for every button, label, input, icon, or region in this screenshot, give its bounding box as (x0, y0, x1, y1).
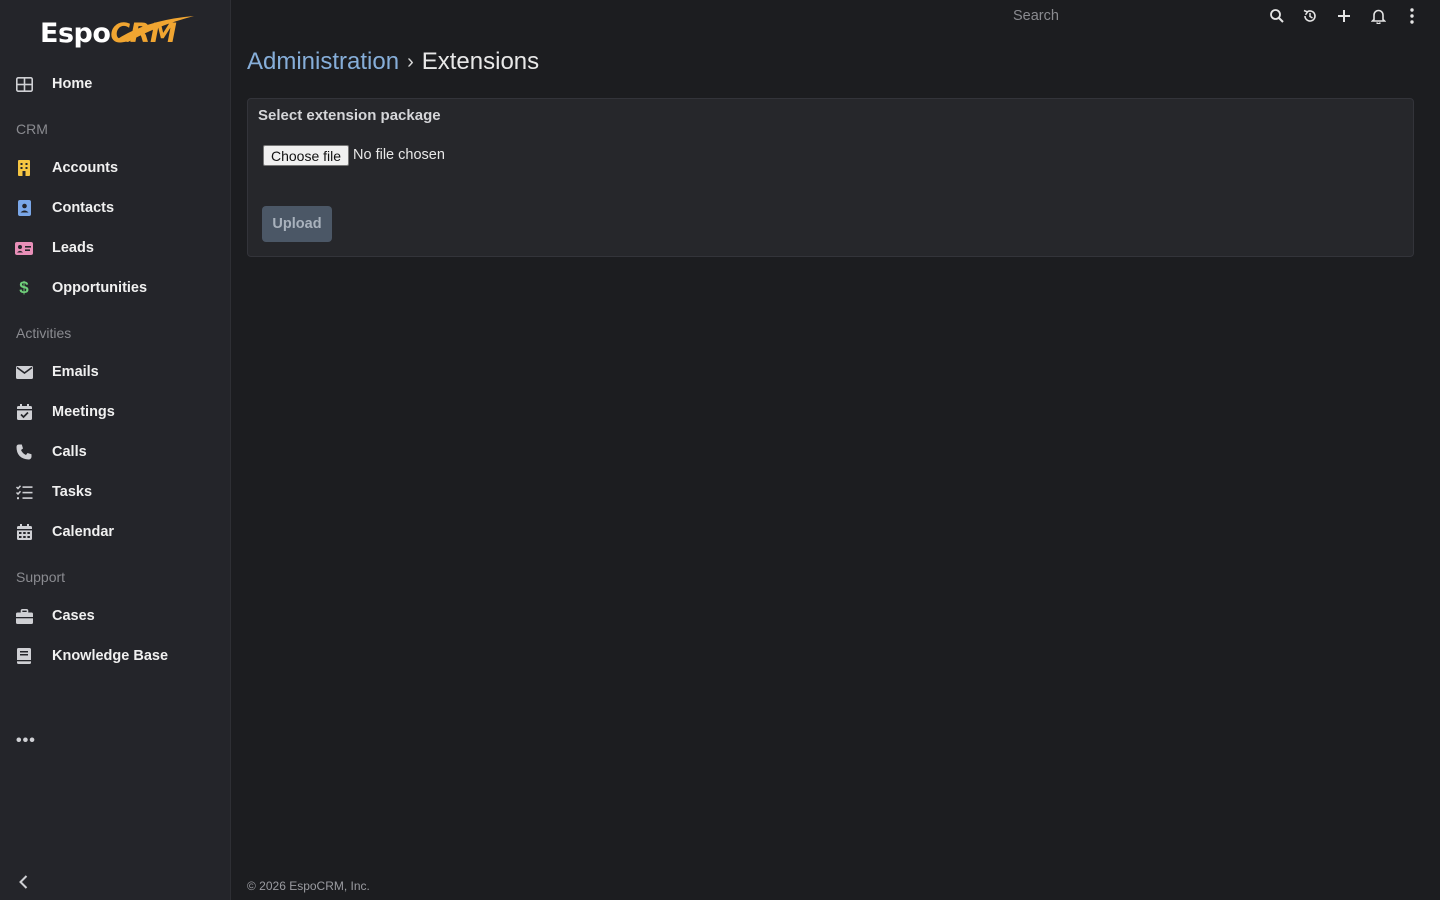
sidebar-item-label: Cases (52, 608, 95, 624)
building-icon (15, 159, 33, 177)
nav-group-support: Support (16, 569, 66, 585)
sidebar-item-label: Emails (52, 364, 99, 380)
bell-icon[interactable] (1368, 6, 1388, 26)
sidebar-item-label: Home (52, 76, 93, 92)
extension-upload-panel: Select extension package Choose file No … (247, 98, 1414, 257)
sidebar-item-accounts[interactable]: Accounts (0, 150, 231, 186)
breadcrumb-separator: › (407, 50, 414, 73)
calendar-grid-icon (15, 523, 33, 541)
nav-group-activities: Activities (16, 325, 72, 341)
sidebar-item-opportunities[interactable]: $ Opportunities (0, 270, 231, 306)
sidebar-item-label: Contacts (52, 200, 115, 216)
choose-file-button[interactable]: Choose file (263, 145, 350, 166)
sidebar-item-calls[interactable]: Calls (0, 434, 231, 470)
sidebar-item-meetings[interactable]: Meetings (0, 394, 231, 430)
sidebar-item-tasks[interactable]: Tasks (0, 474, 231, 510)
upload-button[interactable]: Upload (262, 206, 332, 242)
nav-group-crm: CRM (16, 121, 48, 137)
sidebar-item-label: Accounts (52, 160, 119, 176)
logo-swoosh-icon (116, 16, 194, 42)
list-check-icon (15, 483, 33, 501)
sidebar-item-label: Calendar (52, 524, 115, 540)
calendar-check-icon (15, 403, 33, 421)
search-input[interactable] (1003, 4, 1253, 28)
logo[interactable]: EspoCRM (40, 14, 200, 54)
sidebar: EspoCRM Home CRM Accounts Contacts Leads… (0, 0, 231, 900)
home-grid-icon (15, 75, 33, 93)
panel-title: Select extension package (258, 107, 441, 124)
sidebar-item-label: Leads (52, 240, 94, 256)
collapse-sidebar-icon[interactable] (14, 872, 34, 892)
sidebar-item-label: Opportunities (52, 280, 148, 296)
envelope-icon (15, 363, 33, 381)
sidebar-item-contacts[interactable]: Contacts (0, 190, 231, 226)
page-title: Extensions (421, 48, 540, 75)
phone-icon (15, 443, 33, 461)
sidebar-item-leads[interactable]: Leads (0, 230, 231, 266)
sidebar-item-emails[interactable]: Emails (0, 354, 231, 390)
sidebar-item-label: Calls (52, 444, 87, 460)
sidebar-item-label: Meetings (52, 404, 115, 420)
search-icon[interactable] (1267, 6, 1287, 26)
kebab-menu-icon[interactable] (1402, 6, 1422, 26)
sidebar-item-home[interactable]: Home (0, 66, 231, 102)
id-card-icon (15, 239, 33, 257)
footer-copyright: © 2026 EspoCRM, Inc. (247, 879, 370, 893)
contact-card-icon (15, 199, 33, 217)
breadcrumb-link-administration[interactable]: Administration (247, 48, 399, 76)
sidebar-item-label: Tasks (52, 484, 93, 500)
sidebar-item-knowledge-base[interactable]: Knowledge Base (0, 638, 231, 674)
briefcase-icon (15, 607, 33, 625)
breadcrumb: Administration › Extensions (247, 48, 539, 76)
sidebar-item-cases[interactable]: Cases (0, 598, 231, 634)
plus-icon[interactable] (1334, 6, 1354, 26)
sidebar-item-calendar[interactable]: Calendar (0, 514, 231, 550)
more-menu-button[interactable]: ••• (16, 732, 36, 750)
history-icon[interactable] (1300, 6, 1320, 26)
book-icon (15, 647, 33, 665)
sidebar-item-label: Knowledge Base (52, 648, 169, 664)
file-status-text: No file chosen (353, 147, 445, 163)
dollar-icon: $ (19, 278, 29, 297)
